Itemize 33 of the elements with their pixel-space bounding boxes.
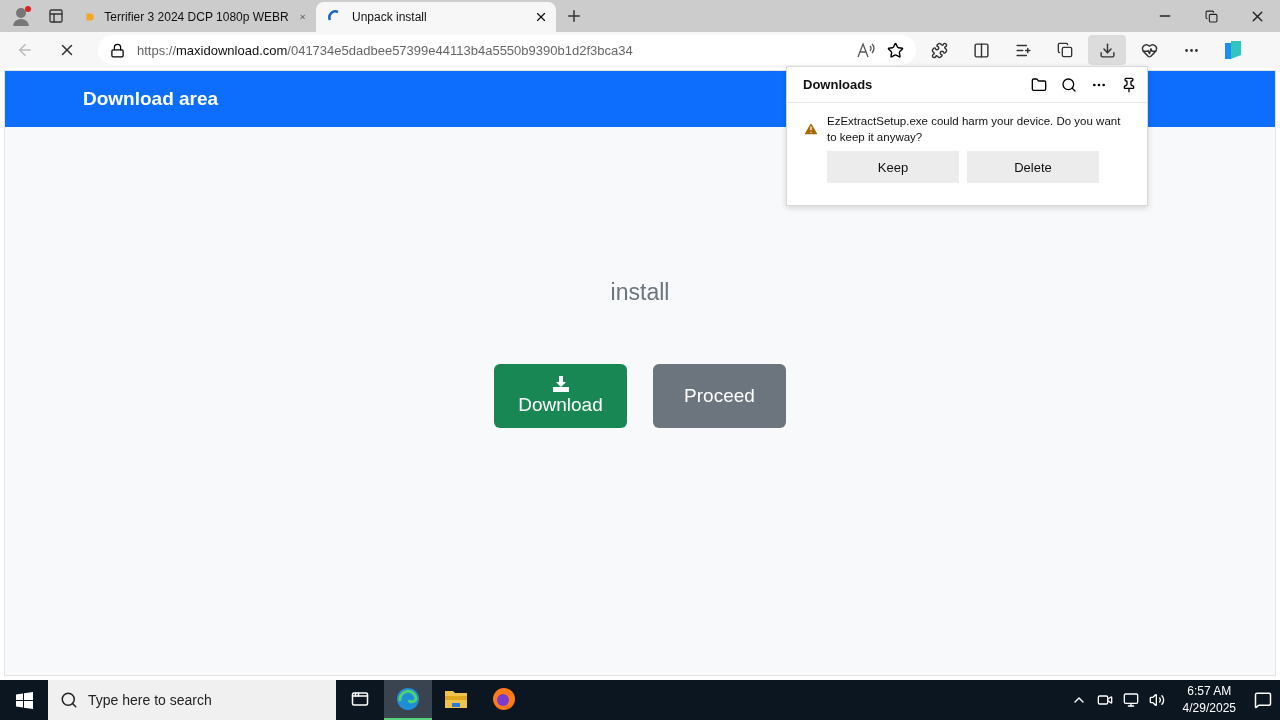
pin-icon[interactable] (1121, 76, 1137, 93)
volume-icon[interactable] (1148, 692, 1165, 708)
folder-icon (444, 688, 468, 710)
close-icon[interactable] (534, 10, 548, 24)
proceed-button[interactable]: Proceed (653, 364, 786, 428)
star-icon[interactable] (887, 41, 904, 59)
download-button[interactable]: Download (494, 364, 627, 428)
warning-message: EzExtractSetup.exe could harm your device. Do you want to keep it anyway? (827, 114, 1122, 145)
address-bar[interactable]: https://maxidownload.com/041734e5dadbee57399e44113b4a5550b9390b1d2f3bca34 (98, 35, 916, 65)
camera-icon[interactable] (1096, 692, 1113, 708)
browser-tab[interactable]: Unpack install (316, 2, 556, 32)
delete-button[interactable]: Delete (967, 151, 1099, 183)
lock-icon (110, 42, 125, 58)
search-icon[interactable] (1061, 76, 1077, 93)
page-heading: install (610, 279, 670, 306)
header-title: Download area (83, 88, 219, 110)
notifications-icon[interactable] (1254, 691, 1272, 709)
taskbar-search-field[interactable]: Type here to search (48, 680, 336, 720)
url-text: https://maxidownload.com/041734e5dadbee57399e44113b4a5550b9390b1d2f3bca34 (137, 42, 634, 58)
download-icon (552, 376, 569, 392)
browser-tab[interactable]: Terrifier 3 2024 DCP 1080p WEBR (74, 2, 314, 32)
folder-icon[interactable] (1031, 76, 1047, 93)
download-icon[interactable] (1088, 35, 1126, 65)
taskbar-app[interactable] (384, 680, 432, 720)
read-aloud-icon[interactable] (857, 42, 875, 58)
keep-button[interactable]: Keep (827, 151, 959, 183)
panel-title: Downloads (803, 77, 873, 92)
clock[interactable]: 6:57 AM 4/29/2025 (1174, 683, 1244, 717)
windows-icon (15, 691, 33, 709)
search-icon (60, 691, 78, 709)
warning-icon (803, 121, 819, 137)
browser-icon (396, 687, 420, 711)
network-icon[interactable] (1122, 692, 1139, 708)
